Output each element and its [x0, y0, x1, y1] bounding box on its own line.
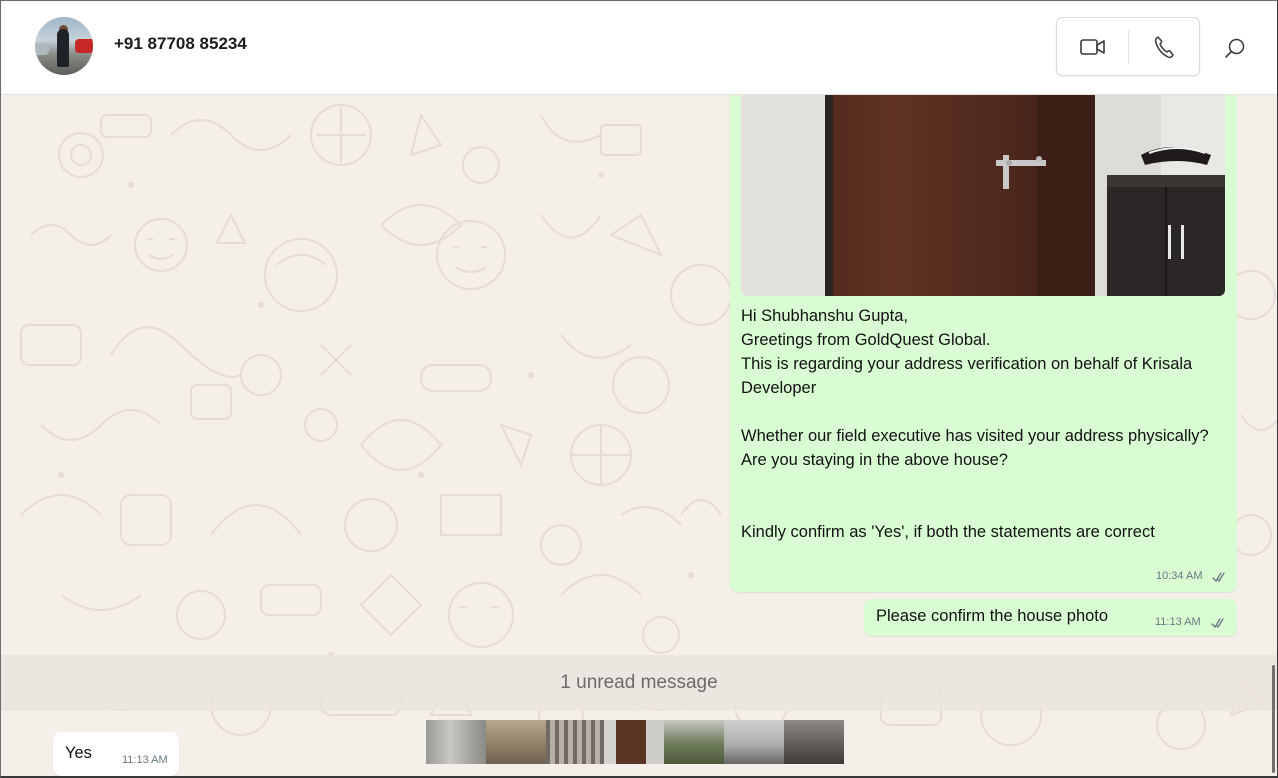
message-time: 11:13 AM: [122, 754, 168, 766]
incoming-text-message[interactable]: Yes 11:13 AM: [53, 732, 179, 776]
image-thumbnail[interactable]: [664, 720, 724, 764]
unread-messages-divider: 1 unread message: [1, 655, 1277, 711]
outgoing-image-message[interactable]: Hi Shubhanshu Gupta, Greetings from Gold…: [730, 95, 1237, 592]
message-time: 10:34 AM: [1156, 570, 1203, 582]
image-thumbnail[interactable]: [724, 720, 784, 764]
video-call-button[interactable]: [1057, 18, 1128, 75]
image-thumbnail[interactable]: [604, 720, 664, 764]
image-thumbnail[interactable]: [784, 720, 844, 764]
contact-name[interactable]: +91 87708 85234: [114, 34, 247, 54]
call-button-group: [1056, 17, 1200, 76]
message-text: Please confirm the house photo: [876, 607, 1109, 625]
contact-avatar[interactable]: [35, 17, 93, 75]
voice-call-button[interactable]: [1129, 18, 1199, 75]
chat-header: +91 87708 85234: [1, 1, 1277, 95]
image-thumbnail[interactable]: [546, 720, 604, 764]
chat-scrollbar[interactable]: [1272, 665, 1275, 773]
image-thumbnail[interactable]: [486, 720, 546, 764]
voice-call-icon: [1154, 35, 1174, 58]
read-receipt-icon: [1211, 618, 1224, 628]
avatar-photo-detail: [75, 39, 93, 53]
house-photo-image: [741, 95, 1225, 296]
outgoing-text-message[interactable]: Please confirm the house photo 11:13 AM: [864, 599, 1237, 636]
search-icon: [1225, 38, 1245, 58]
avatar-photo-detail: [57, 29, 69, 67]
message-text: Yes: [65, 744, 92, 762]
unread-count-label: 1 unread message: [560, 672, 718, 693]
chat-area[interactable]: Hi Shubhanshu Gupta, Greetings from Gold…: [1, 95, 1277, 776]
video-call-icon: [1079, 38, 1105, 55]
search-button[interactable]: [1215, 28, 1255, 68]
message-text: Hi Shubhanshu Gupta, Greetings from Gold…: [741, 307, 1209, 541]
image-thumbnail[interactable]: [426, 720, 486, 764]
house-photo[interactable]: [741, 95, 1225, 296]
whatsapp-window: +91 87708 85234 Hi Shubhanshu Gupta, Gre…: [0, 0, 1278, 778]
read-receipt-icon: [1212, 572, 1225, 582]
message-time: 11:13 AM: [1155, 616, 1201, 628]
incoming-image-strip[interactable]: [426, 720, 844, 764]
avatar-photo-detail: [35, 43, 49, 55]
